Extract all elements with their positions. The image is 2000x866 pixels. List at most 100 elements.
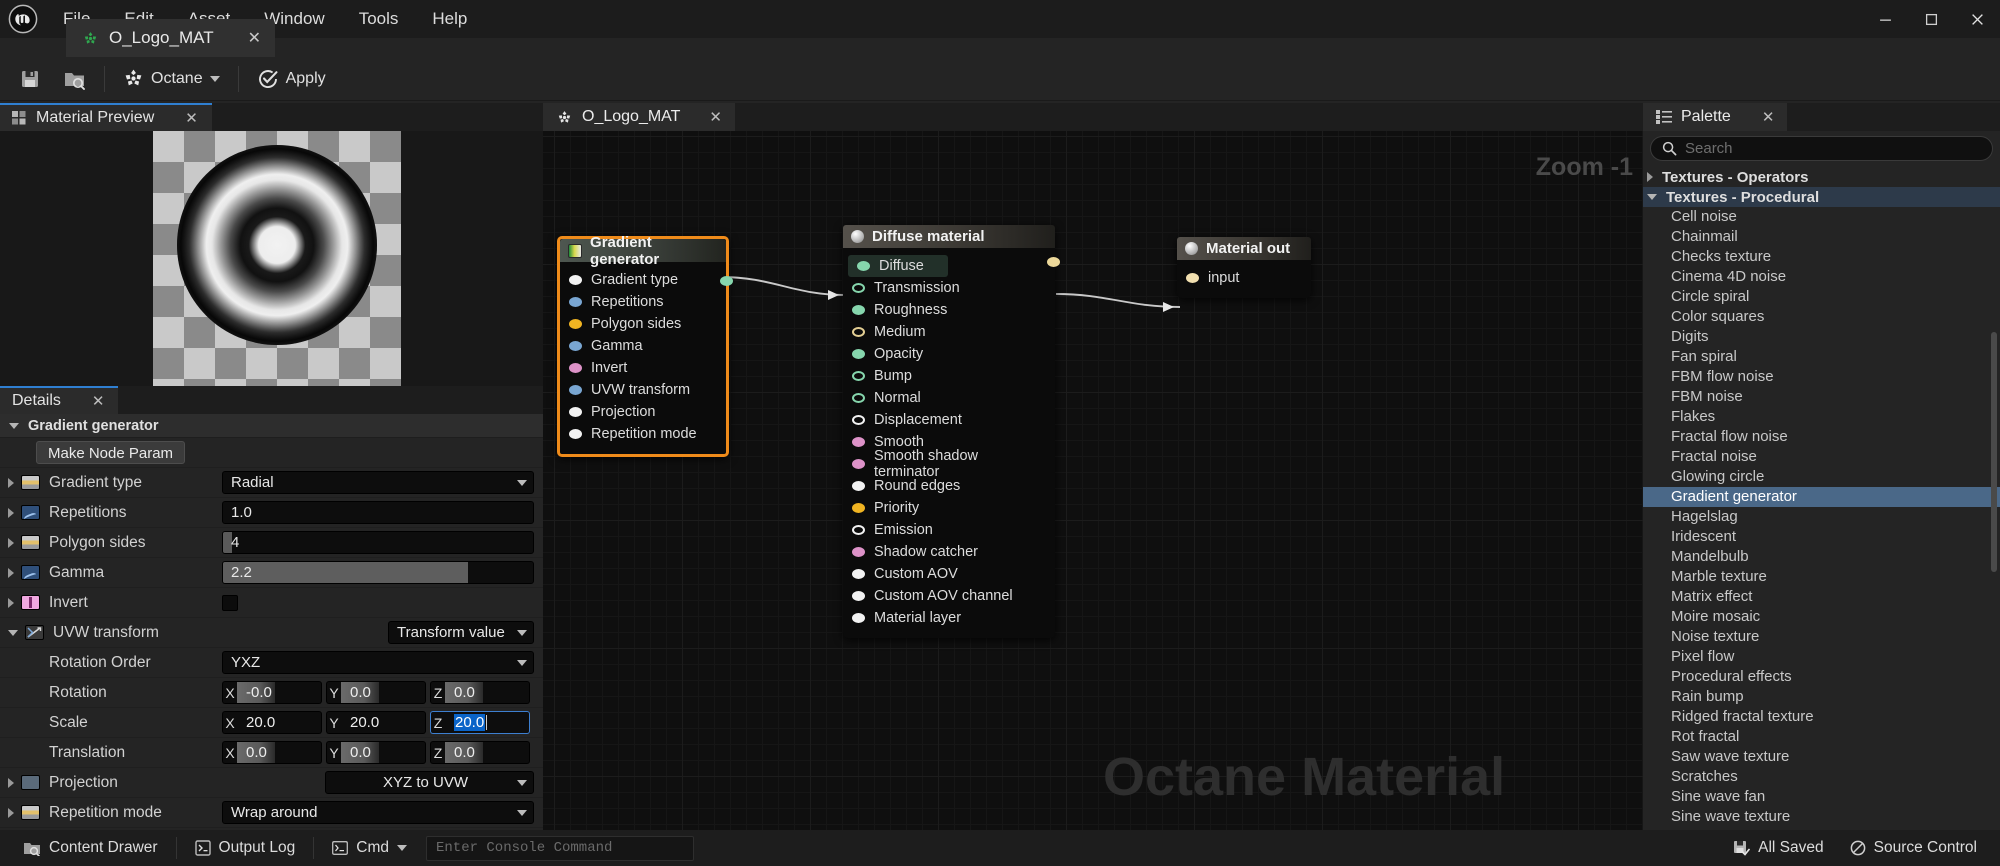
pin-round-edges-icon[interactable] <box>852 481 865 491</box>
palette-item-ridged-fractal-texture[interactable]: Ridged fractal texture <box>1643 707 2000 727</box>
rotation-y-input[interactable]: 0.0 <box>341 681 426 704</box>
pin-displacement-icon[interactable] <box>852 415 865 425</box>
scale-z-input[interactable]: 20.0 <box>445 711 530 734</box>
tab-details[interactable]: Details ✕ <box>0 386 119 414</box>
palette-item-iridescent[interactable]: Iridescent <box>1643 527 2000 547</box>
details-close-icon[interactable]: ✕ <box>92 392 105 410</box>
pin-custom-aov-icon[interactable] <box>852 569 865 579</box>
palette-item-moire-mosaic[interactable]: Moire mosaic <box>1643 607 2000 627</box>
palette-item-circle-spiral[interactable]: Circle spiral <box>1643 287 2000 307</box>
palette-item-digits[interactable]: Digits <box>1643 327 2000 347</box>
translation-y-cell[interactable]: Y 0.0 <box>326 741 426 764</box>
maximize-button[interactable] <box>1908 0 1954 38</box>
palette-item-fbm-flow-noise[interactable]: FBM flow noise <box>1643 367 2000 387</box>
palette-category-textures-operators[interactable]: Textures - Operators <box>1643 167 2000 187</box>
gradient-type-dropdown[interactable]: Radial <box>222 471 534 494</box>
palette-item-cell-noise[interactable]: Cell noise <box>1643 207 2000 227</box>
rotation-x-cell[interactable]: X -0.0 <box>222 681 322 704</box>
palette-item-glowing-circle[interactable]: Glowing circle <box>1643 467 2000 487</box>
pin-row[interactable]: Transmission <box>843 277 1055 299</box>
pin-roughness-icon[interactable] <box>852 305 865 315</box>
translation-z-input[interactable]: 0.0 <box>445 741 530 764</box>
pin-row[interactable]: Medium <box>843 321 1055 343</box>
content-drawer-button[interactable]: Content Drawer <box>10 835 171 861</box>
rotation-y-cell[interactable]: Y 0.0 <box>326 681 426 704</box>
node-diffuse-material[interactable]: Diffuse material Diffuse Transmission Ro… <box>843 225 1060 638</box>
palette-item-rot-fractal[interactable]: Rot fractal <box>1643 727 2000 747</box>
palette-item-fractal-flow-noise[interactable]: Fractal flow noise <box>1643 427 2000 447</box>
pin-diffuse-icon[interactable] <box>857 261 870 271</box>
palette-item-sine-wave-fan[interactable]: Sine wave fan <box>1643 787 2000 807</box>
pin-row[interactable]: input <box>1177 267 1311 289</box>
graph-canvas[interactable]: Zoom -1 Octane Material Gradient generat… <box>543 131 1643 830</box>
palette-item-color-squares[interactable]: Color squares <box>1643 307 2000 327</box>
menu-help[interactable]: Help <box>415 0 484 38</box>
scale-z-cell[interactable]: Z 20.0 <box>430 711 530 734</box>
palette-item-gradient-generator[interactable]: Gradient generator <box>1643 487 2000 507</box>
tab-palette[interactable]: Palette ✕ <box>1643 103 1788 131</box>
cmd-dropdown-button[interactable]: Cmd <box>319 835 420 861</box>
pin-opacity-icon[interactable] <box>852 349 865 359</box>
palette-search-input[interactable] <box>1685 140 1981 157</box>
node-header[interactable]: Gradient generator <box>560 234 726 268</box>
palette-search-box[interactable] <box>1650 136 1993 161</box>
graph-tab-close-icon[interactable]: ✕ <box>709 108 722 126</box>
palette-item-fractal-noise[interactable]: Fractal noise <box>1643 447 2000 467</box>
palette-scrollbar[interactable] <box>1991 332 1997 572</box>
scale-x-input[interactable]: 20.0 <box>237 711 322 734</box>
palette-item-fbm-noise[interactable]: FBM noise <box>1643 387 2000 407</box>
palette-item-marble-texture[interactable]: Marble texture <box>1643 567 2000 587</box>
pin-repetitions-icon[interactable] <box>569 297 582 307</box>
pin-normal-icon[interactable] <box>852 393 865 403</box>
palette-item-sine-wave-texture[interactable]: Sine wave texture <box>1643 807 2000 827</box>
pin-row[interactable]: Roughness <box>843 299 1055 321</box>
pin-row[interactable]: Priority <box>843 497 1055 519</box>
repetition-mode-dropdown[interactable]: Wrap around <box>222 801 534 824</box>
apply-button[interactable]: Apply <box>246 62 337 96</box>
node-material-out[interactable]: Material out input <box>1177 237 1311 298</box>
pin-priority-icon[interactable] <box>852 503 865 513</box>
all-saved-button[interactable]: All Saved <box>1720 835 1836 861</box>
pin-row[interactable]: Invert <box>560 357 726 379</box>
palette-item-cinema-4d-noise[interactable]: Cinema 4D noise <box>1643 267 2000 287</box>
collapse-triangle-icon[interactable] <box>8 629 18 636</box>
pin-row[interactable]: Displacement <box>843 409 1055 431</box>
octane-dropdown-button[interactable]: Octane <box>112 62 231 96</box>
rotation-z-cell[interactable]: Z 0.0 <box>430 681 530 704</box>
browse-button[interactable] <box>52 62 97 96</box>
palette-close-icon[interactable]: ✕ <box>1762 108 1775 126</box>
pin-row[interactable]: Material layer <box>843 607 1055 629</box>
repetitions-input[interactable]: 1.0 <box>222 501 534 524</box>
scale-x-cell[interactable]: X 20.0 <box>222 711 322 734</box>
pin-gamma-icon[interactable] <box>569 341 582 351</box>
palette-item-saw-wave-texture[interactable]: Saw wave texture <box>1643 747 2000 767</box>
pin-uvw-transform-icon[interactable] <box>569 385 582 395</box>
tab-material-preview[interactable]: Material Preview ✕ <box>0 103 212 131</box>
palette-item-list[interactable]: Textures - Operators Textures - Procedur… <box>1643 167 2000 830</box>
document-tab-o-logo-mat[interactable]: O_Logo_MAT ✕ <box>66 19 275 57</box>
palette-item-flakes[interactable]: Flakes <box>1643 407 2000 427</box>
rotation-order-dropdown[interactable]: YXZ <box>222 651 534 674</box>
pin-smooth-icon[interactable] <box>852 437 865 447</box>
pin-row[interactable]: Gradient type <box>560 269 726 291</box>
rotation-x-input[interactable]: -0.0 <box>237 681 322 704</box>
pin-polygon-sides-icon[interactable] <box>569 319 582 329</box>
source-control-button[interactable]: Source Control <box>1837 835 1990 861</box>
palette-item-matrix-effect[interactable]: Matrix effect <box>1643 587 2000 607</box>
palette-item-hagelslag[interactable]: Hagelslag <box>1643 507 2000 527</box>
palette-item-noise-texture[interactable]: Noise texture <box>1643 627 2000 647</box>
pin-row[interactable]: Smooth shadow terminator <box>843 448 1055 480</box>
details-section-header[interactable]: Gradient generator <box>0 414 543 438</box>
pin-row[interactable]: Polygon sides <box>560 313 726 335</box>
close-button[interactable] <box>1954 0 2000 38</box>
pin-row[interactable]: Bump <box>843 365 1055 387</box>
output-log-button[interactable]: Output Log <box>182 835 309 861</box>
pin-projection-icon[interactable] <box>569 407 582 417</box>
save-button[interactable] <box>8 62 52 96</box>
pin-row[interactable]: UVW transform <box>560 379 726 401</box>
pin-gradient-type-icon[interactable] <box>569 275 582 285</box>
pin-invert-icon[interactable] <box>569 363 582 373</box>
make-node-param-button[interactable]: Make Node Param <box>36 441 186 464</box>
translation-z-cell[interactable]: Z 0.0 <box>430 741 530 764</box>
pin-row[interactable]: Projection <box>560 401 726 423</box>
